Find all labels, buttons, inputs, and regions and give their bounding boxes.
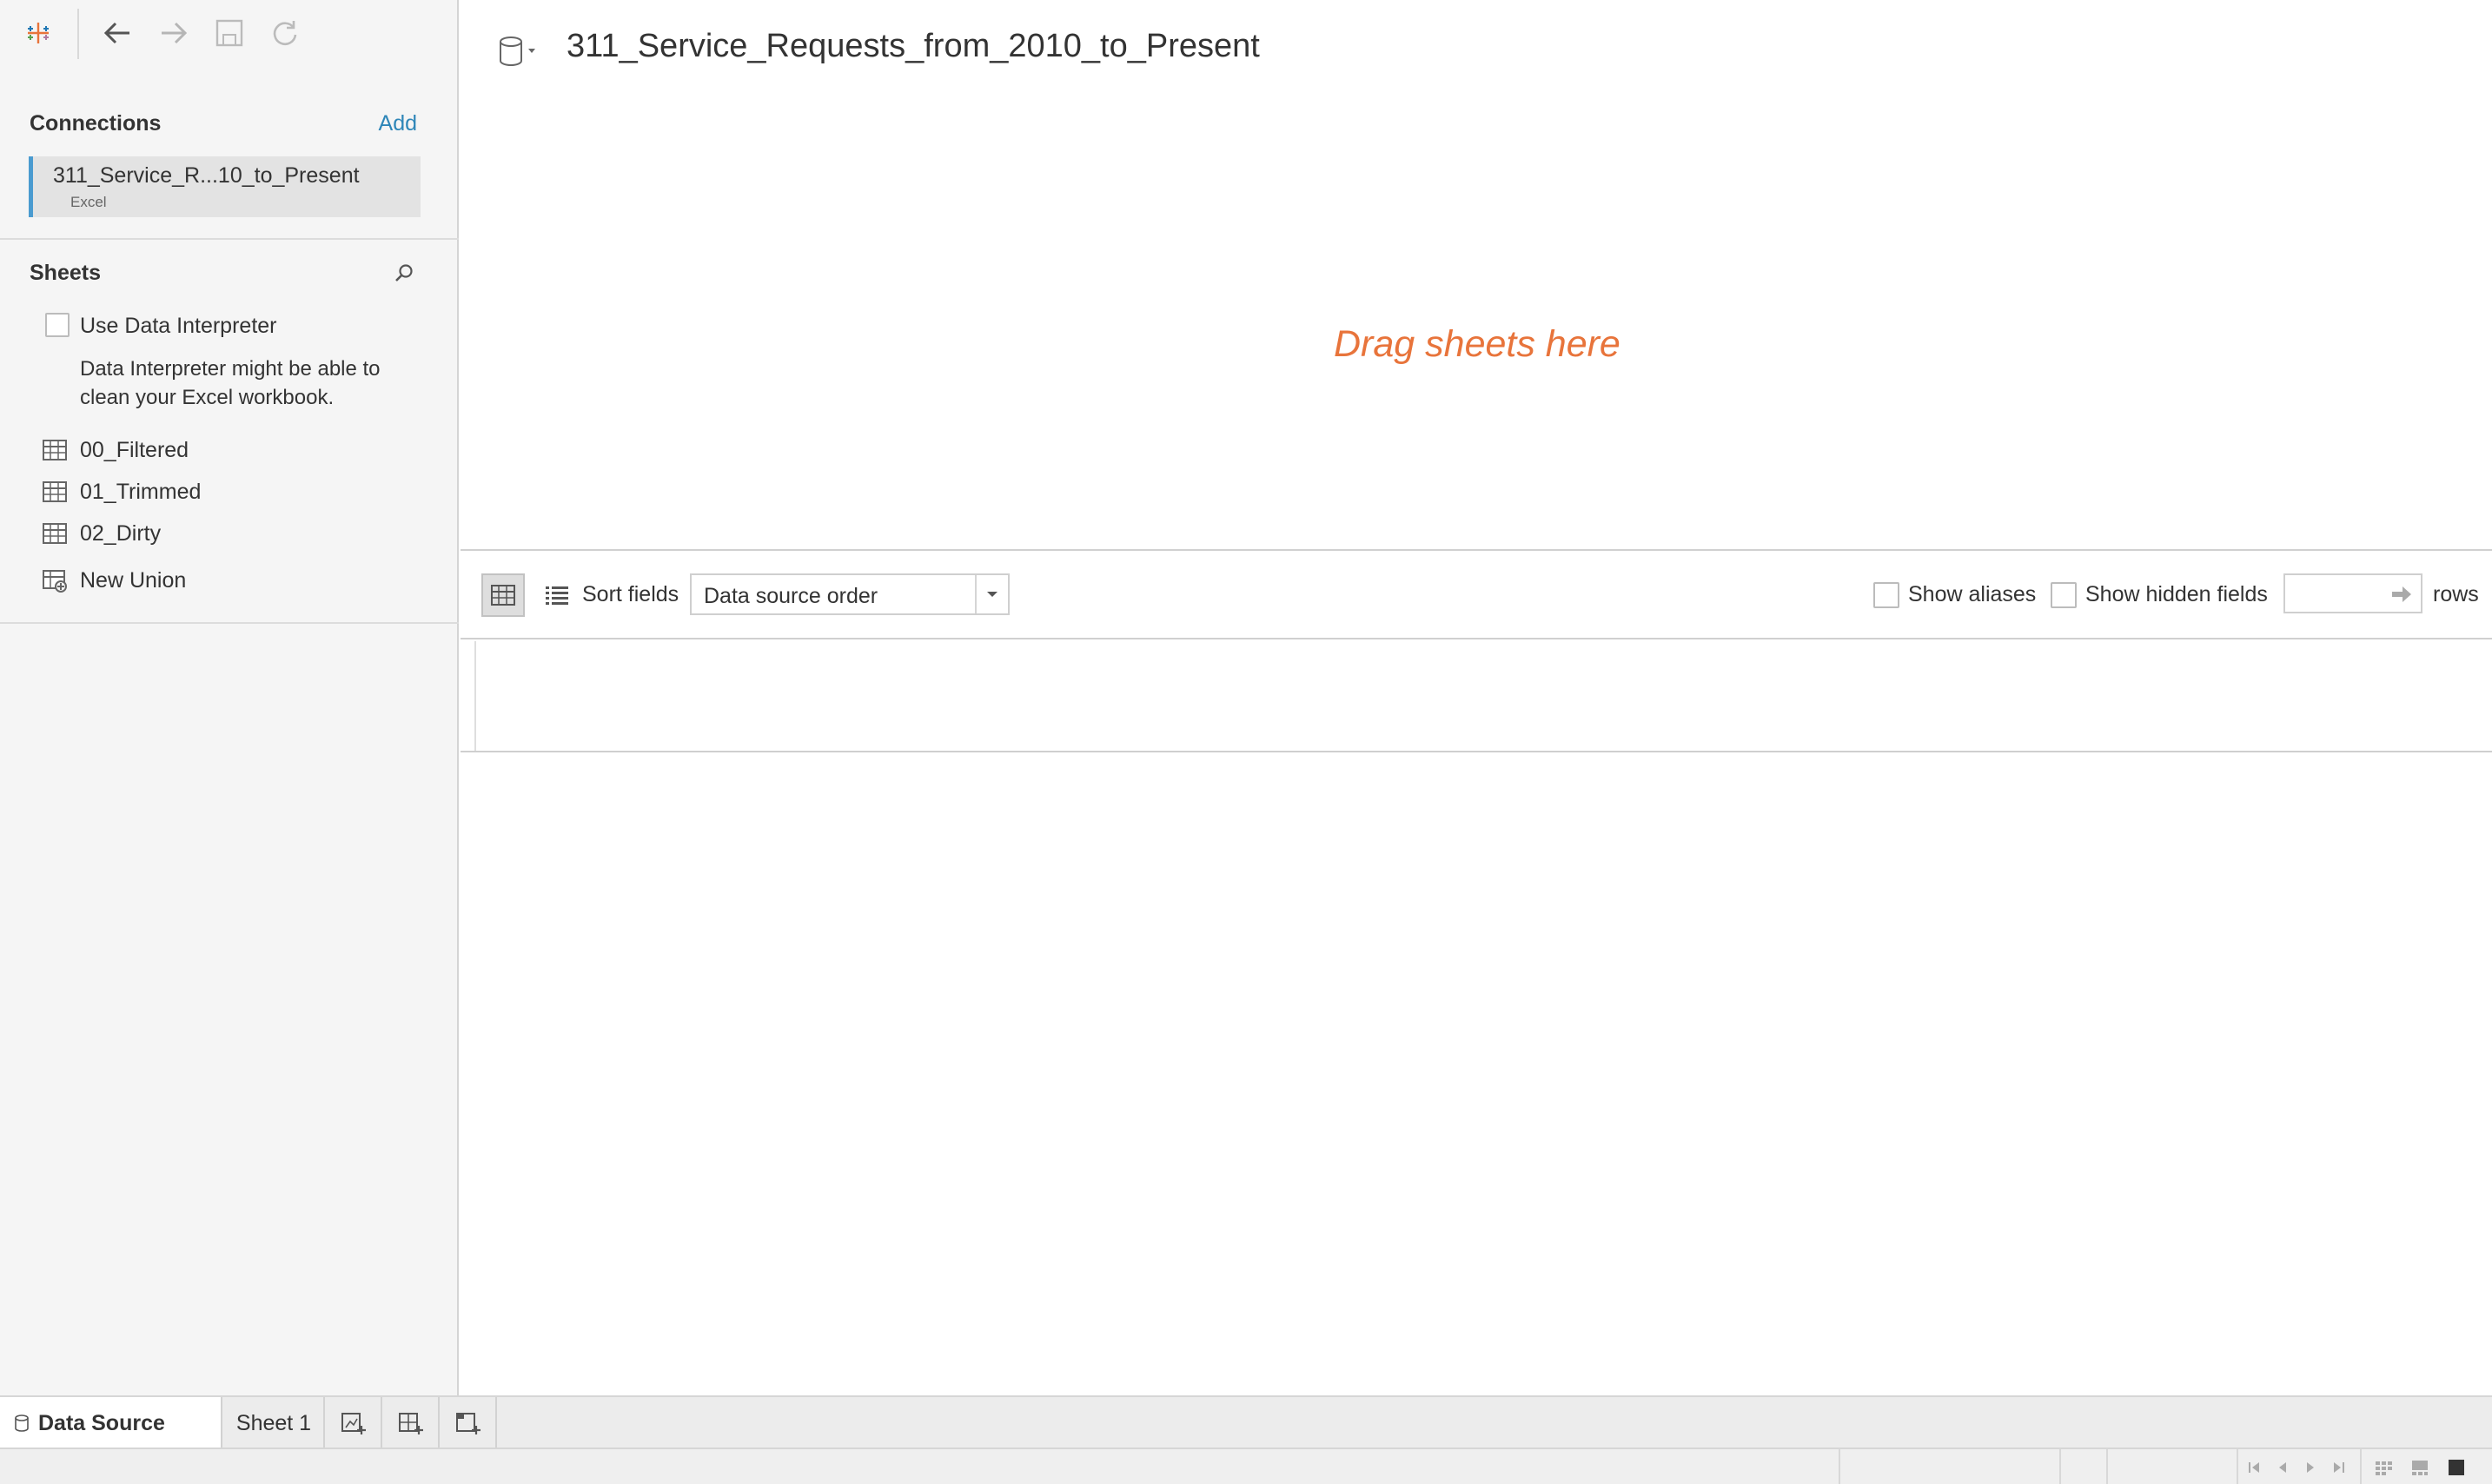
new-worksheet-icon [341, 1413, 366, 1434]
save-icon[interactable] [209, 12, 250, 54]
connection-type: Excel [70, 194, 107, 210]
sheet-tab-bar: Data Source Sheet 1 [0, 1395, 2492, 1449]
refresh-icon[interactable] [264, 12, 306, 54]
status-divider [2237, 1449, 2238, 1484]
table-icon [43, 440, 67, 460]
status-divider [2360, 1449, 2362, 1484]
tab-sheet-1[interactable]: Sheet 1 [224, 1397, 325, 1449]
show-hidden-fields-label[interactable]: Show hidden fields [2085, 582, 2268, 607]
status-divider [2059, 1449, 2061, 1484]
show-hidden-fields-checkbox[interactable] [2051, 582, 2077, 608]
connection-item[interactable]: 311_Service_R...10_to_Present Excel [29, 156, 421, 217]
grid-view-button[interactable] [481, 573, 525, 617]
show-aliases-label[interactable]: Show aliases [1908, 582, 2036, 607]
table-icon [43, 481, 67, 502]
new-story-icon [456, 1413, 481, 1434]
sheet-item[interactable]: 00_Filtered [42, 433, 424, 467]
status-divider [1839, 1449, 1840, 1484]
new-dashboard-icon [399, 1413, 423, 1434]
sheet-item-label: 00_Filtered [80, 437, 189, 462]
rows-label: rows [2433, 582, 2479, 606]
search-icon[interactable] [391, 261, 417, 287]
status-divider [2106, 1449, 2108, 1484]
tabs-view-icon[interactable] [2447, 1458, 2466, 1477]
chevron-down-icon[interactable] [975, 575, 1008, 613]
sheet-item[interactable]: 01_Trimmed [42, 474, 424, 509]
sheet-item[interactable]: 02_Dirty [42, 516, 424, 551]
sort-fields-select[interactable]: Data source order [690, 573, 1010, 615]
status-bar [0, 1448, 2492, 1484]
sheet-item[interactable]: New Union [42, 563, 424, 598]
arrow-left-icon[interactable] [96, 12, 138, 54]
left-panel: Connections Add 311_Service_R...10_to_Pr… [0, 0, 459, 1395]
connections-title: Connections [30, 111, 162, 136]
sheet-item-label: 02_Dirty [80, 520, 162, 546]
union-icon [43, 570, 67, 593]
rows-input[interactable] [2283, 573, 2422, 613]
add-connection-link[interactable]: Add [379, 111, 417, 136]
main-canvas: 311_Service_Requests_from_2010_to_Presen… [461, 0, 2492, 1395]
data-interpreter-label[interactable]: Use Data Interpreter [80, 314, 277, 339]
arrow-right-icon[interactable] [2389, 582, 2414, 606]
table-icon [43, 523, 67, 544]
arrow-right-icon[interactable] [153, 12, 195, 54]
data-preview-area[interactable] [461, 641, 2492, 752]
datasource-icon[interactable] [497, 33, 544, 71]
show-aliases-checkbox[interactable] [1873, 582, 1899, 608]
last-page-icon[interactable] [2329, 1458, 2348, 1477]
filmstrip-icon[interactable] [2410, 1458, 2429, 1477]
tab-data-source[interactable]: Data Source [0, 1397, 222, 1449]
datasource-title[interactable]: 311_Service_Requests_from_2010_to_Presen… [567, 28, 1260, 65]
sheet-sorter-icon[interactable] [2374, 1458, 2393, 1477]
toolbar-divider [77, 9, 79, 59]
previous-page-icon[interactable] [2273, 1458, 2292, 1477]
preview-gutter [461, 641, 476, 751]
new-worksheet-button[interactable] [327, 1397, 382, 1449]
grid-toolbar: Sort fields Data source order Show alias… [461, 549, 2492, 639]
new-dashboard-button[interactable] [384, 1397, 440, 1449]
panel-divider [0, 622, 459, 624]
drag-hint-text: Drag sheets here [1334, 323, 1620, 365]
list-view-button[interactable] [535, 573, 579, 617]
datasource-icon [15, 1414, 29, 1432]
data-interpreter-checkbox[interactable] [45, 313, 70, 337]
sheets-title: Sheets [30, 261, 101, 285]
tableau-logo-icon[interactable] [17, 12, 59, 54]
grid-icon [491, 585, 515, 606]
toolbar [0, 0, 459, 66]
first-page-icon[interactable] [2245, 1458, 2264, 1477]
sort-fields-label: Sort fields [582, 582, 679, 606]
panel-divider [0, 238, 459, 240]
data-interpreter-hint: Data Interpreter might be able to clean … [80, 357, 381, 409]
sheet-item-label: 01_Trimmed [80, 479, 202, 504]
next-page-icon[interactable] [2301, 1458, 2320, 1477]
sheet-item-label: New Union [80, 567, 187, 593]
list-icon [546, 586, 568, 605]
connection-name: 311_Service_R...10_to_Present [53, 163, 360, 188]
tab-data-source-label: Data Source [38, 1410, 165, 1435]
sort-fields-value: Data source order [704, 584, 878, 608]
tab-sheet-1-label: Sheet 1 [235, 1410, 312, 1435]
new-story-button[interactable] [441, 1397, 497, 1449]
